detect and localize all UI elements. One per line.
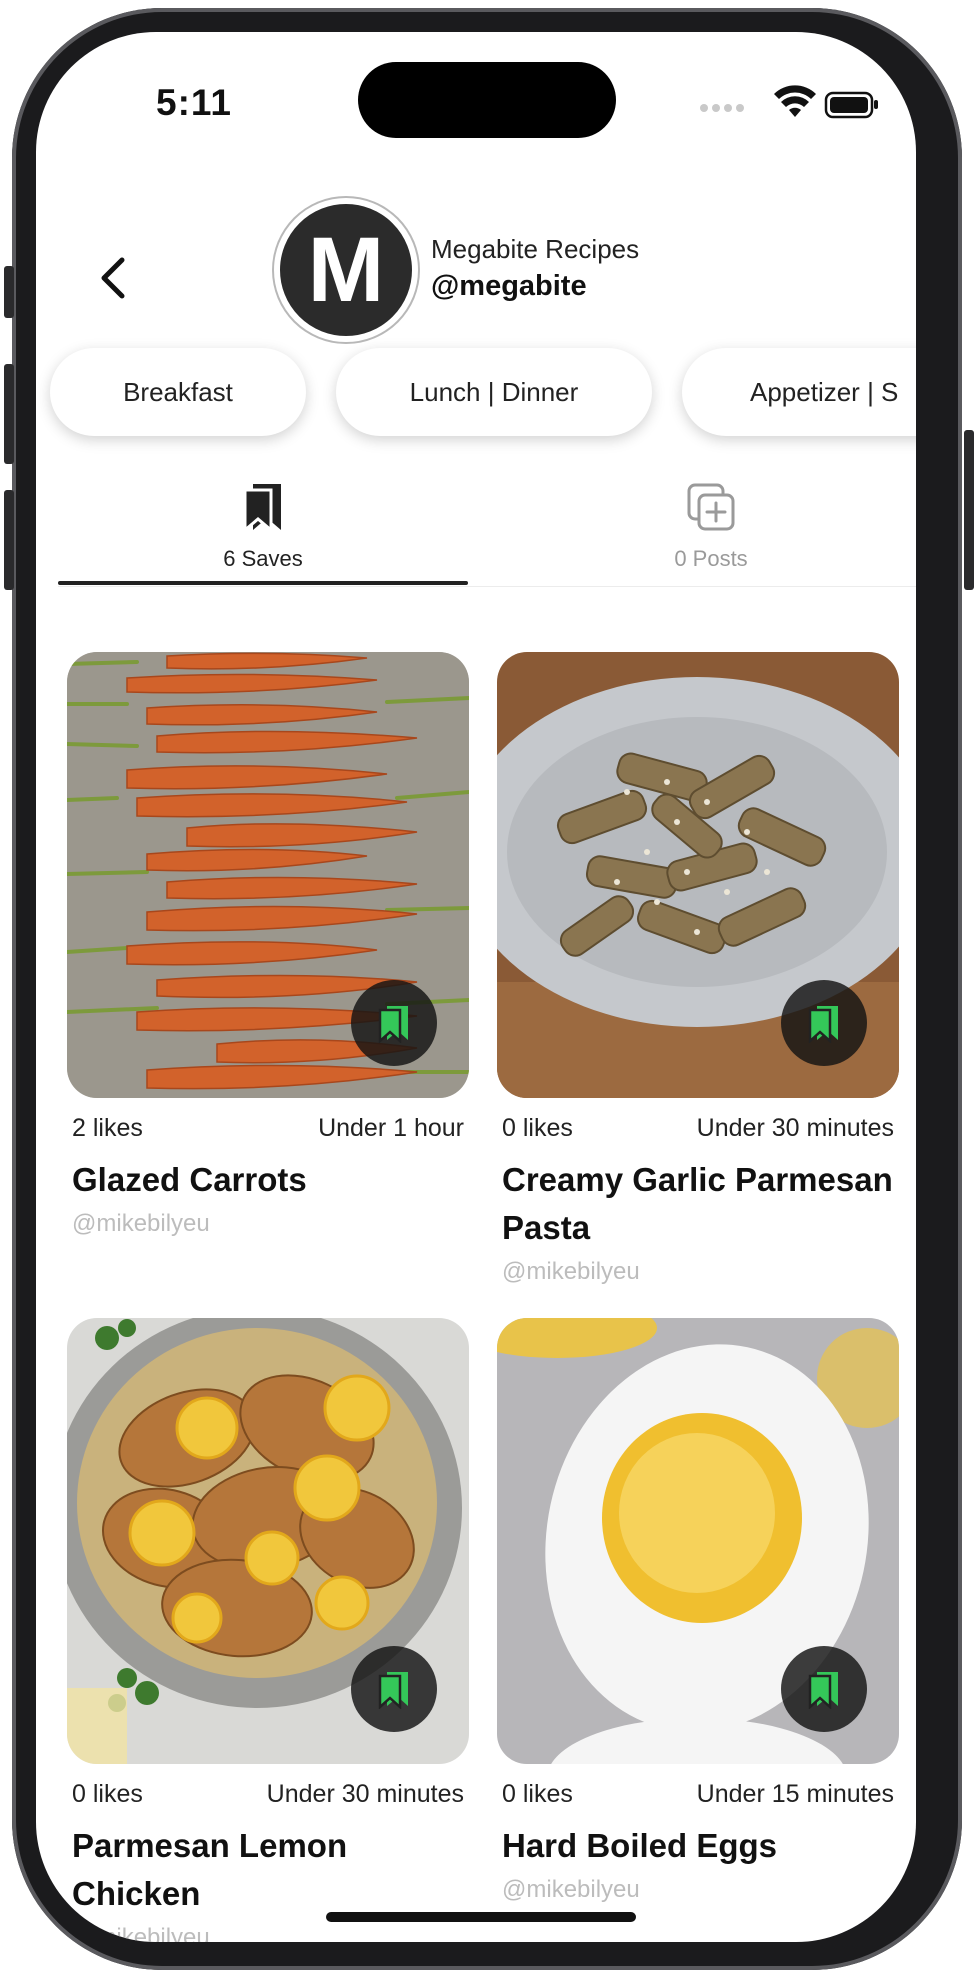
recipe-meta: 2 likes Under 1 hour bbox=[67, 1114, 469, 1148]
avatar-letter: M bbox=[307, 218, 385, 321]
cook-time: Under 15 minutes bbox=[696, 1780, 894, 1808]
dynamic-island bbox=[358, 62, 616, 138]
tab-saves-label: 6 Saves bbox=[223, 546, 303, 571]
battery-icon bbox=[824, 91, 878, 119]
chip-lunch-dinner[interactable]: Lunch | Dinner bbox=[336, 348, 652, 436]
bookmark-saved-icon bbox=[378, 1672, 408, 1709]
lemon-chicken-photo bbox=[67, 1318, 469, 1764]
saved-button[interactable] bbox=[781, 980, 867, 1066]
recipe-author[interactable]: @mikebilyeu bbox=[502, 1258, 894, 1286]
creamy-pasta-photo bbox=[497, 652, 899, 1098]
power-button bbox=[964, 430, 974, 590]
active-tab-indicator bbox=[58, 581, 468, 585]
volume-down-button bbox=[4, 490, 14, 590]
silent-switch bbox=[4, 266, 14, 318]
wifi-icon bbox=[774, 85, 816, 117]
recipe-card[interactable]: 0 likes Under 30 minutes Parmesan Lemon … bbox=[67, 1318, 469, 1942]
likes-count: 0 likes bbox=[502, 1114, 573, 1142]
recipe-author[interactable]: @mikebilyeu bbox=[72, 1924, 464, 1942]
likes-count: 0 likes bbox=[502, 1780, 573, 1808]
hard-boiled-egg-photo bbox=[497, 1318, 899, 1764]
avatar[interactable]: M bbox=[274, 198, 418, 342]
saved-button[interactable] bbox=[781, 1646, 867, 1732]
app-screen: 5:11 M Megabite Recipes @megabite Breakf… bbox=[36, 32, 916, 1942]
tab-saves[interactable]: 6 Saves bbox=[58, 464, 468, 585]
signal-icon bbox=[700, 104, 744, 112]
cook-time: Under 1 hour bbox=[318, 1114, 464, 1142]
bookmark-saved-icon bbox=[808, 1672, 838, 1709]
recipe-title[interactable]: Creamy Garlic Parmesan Pasta bbox=[502, 1156, 894, 1252]
cook-time: Under 30 minutes bbox=[266, 1780, 464, 1808]
recipe-title[interactable]: Glazed Carrots bbox=[72, 1156, 464, 1204]
profile-header: M Megabite Recipes @megabite bbox=[36, 152, 916, 352]
chip-label: Breakfast bbox=[123, 376, 233, 407]
bookmark-saved-icon bbox=[808, 1006, 838, 1043]
bookmark-saved-icon bbox=[378, 1006, 408, 1043]
status-icons bbox=[666, 84, 886, 124]
recipe-author[interactable]: @mikebilyeu bbox=[502, 1876, 894, 1904]
profile-tabs: 6 Saves 0 Posts bbox=[58, 464, 916, 587]
category-chips: Breakfast Lunch | Dinner Appetizer | S bbox=[36, 348, 916, 448]
bookmarks-icon bbox=[243, 484, 281, 534]
add-post-icon bbox=[687, 483, 735, 531]
glazed-carrots-photo bbox=[67, 652, 469, 1098]
saved-button[interactable] bbox=[351, 980, 437, 1066]
likes-count: 2 likes bbox=[72, 1114, 143, 1142]
back-button[interactable] bbox=[92, 246, 132, 310]
chip-breakfast[interactable]: Breakfast bbox=[50, 348, 306, 436]
profile-name: Megabite Recipes bbox=[431, 234, 640, 264]
chip-label: Appetizer | S bbox=[750, 376, 899, 407]
chip-appetizer[interactable]: Appetizer | S bbox=[682, 348, 916, 436]
likes-count: 0 likes bbox=[72, 1780, 143, 1808]
tab-divider bbox=[58, 586, 916, 587]
recipe-title[interactable]: Parmesan Lemon Chicken bbox=[72, 1822, 464, 1918]
tab-posts[interactable]: 0 Posts bbox=[506, 464, 916, 584]
recipe-meta: 0 likes Under 30 minutes bbox=[497, 1114, 899, 1148]
chevron-left-icon bbox=[101, 257, 125, 299]
recipe-meta: 0 likes Under 30 minutes bbox=[67, 1780, 469, 1814]
recipe-card[interactable]: 0 likes Under 15 minutes Hard Boiled Egg… bbox=[497, 1318, 899, 1904]
recipe-card[interactable]: 0 likes Under 30 minutes Creamy Garlic P… bbox=[497, 652, 899, 1286]
recipe-meta: 0 likes Under 15 minutes bbox=[497, 1780, 899, 1814]
tab-posts-label: 0 Posts bbox=[674, 546, 748, 571]
volume-up-button bbox=[4, 364, 14, 464]
status-time: 5:11 bbox=[156, 82, 233, 123]
chip-label: Lunch | Dinner bbox=[409, 376, 579, 407]
saved-button[interactable] bbox=[351, 1646, 437, 1732]
recipe-author[interactable]: @mikebilyeu bbox=[72, 1210, 464, 1238]
recipe-card[interactable]: 2 likes Under 1 hour Glazed Carrots @mik… bbox=[67, 652, 469, 1238]
recipe-title[interactable]: Hard Boiled Eggs bbox=[502, 1822, 894, 1870]
home-indicator[interactable] bbox=[326, 1912, 636, 1922]
profile-handle: @megabite bbox=[431, 270, 587, 302]
cook-time: Under 30 minutes bbox=[696, 1114, 894, 1142]
